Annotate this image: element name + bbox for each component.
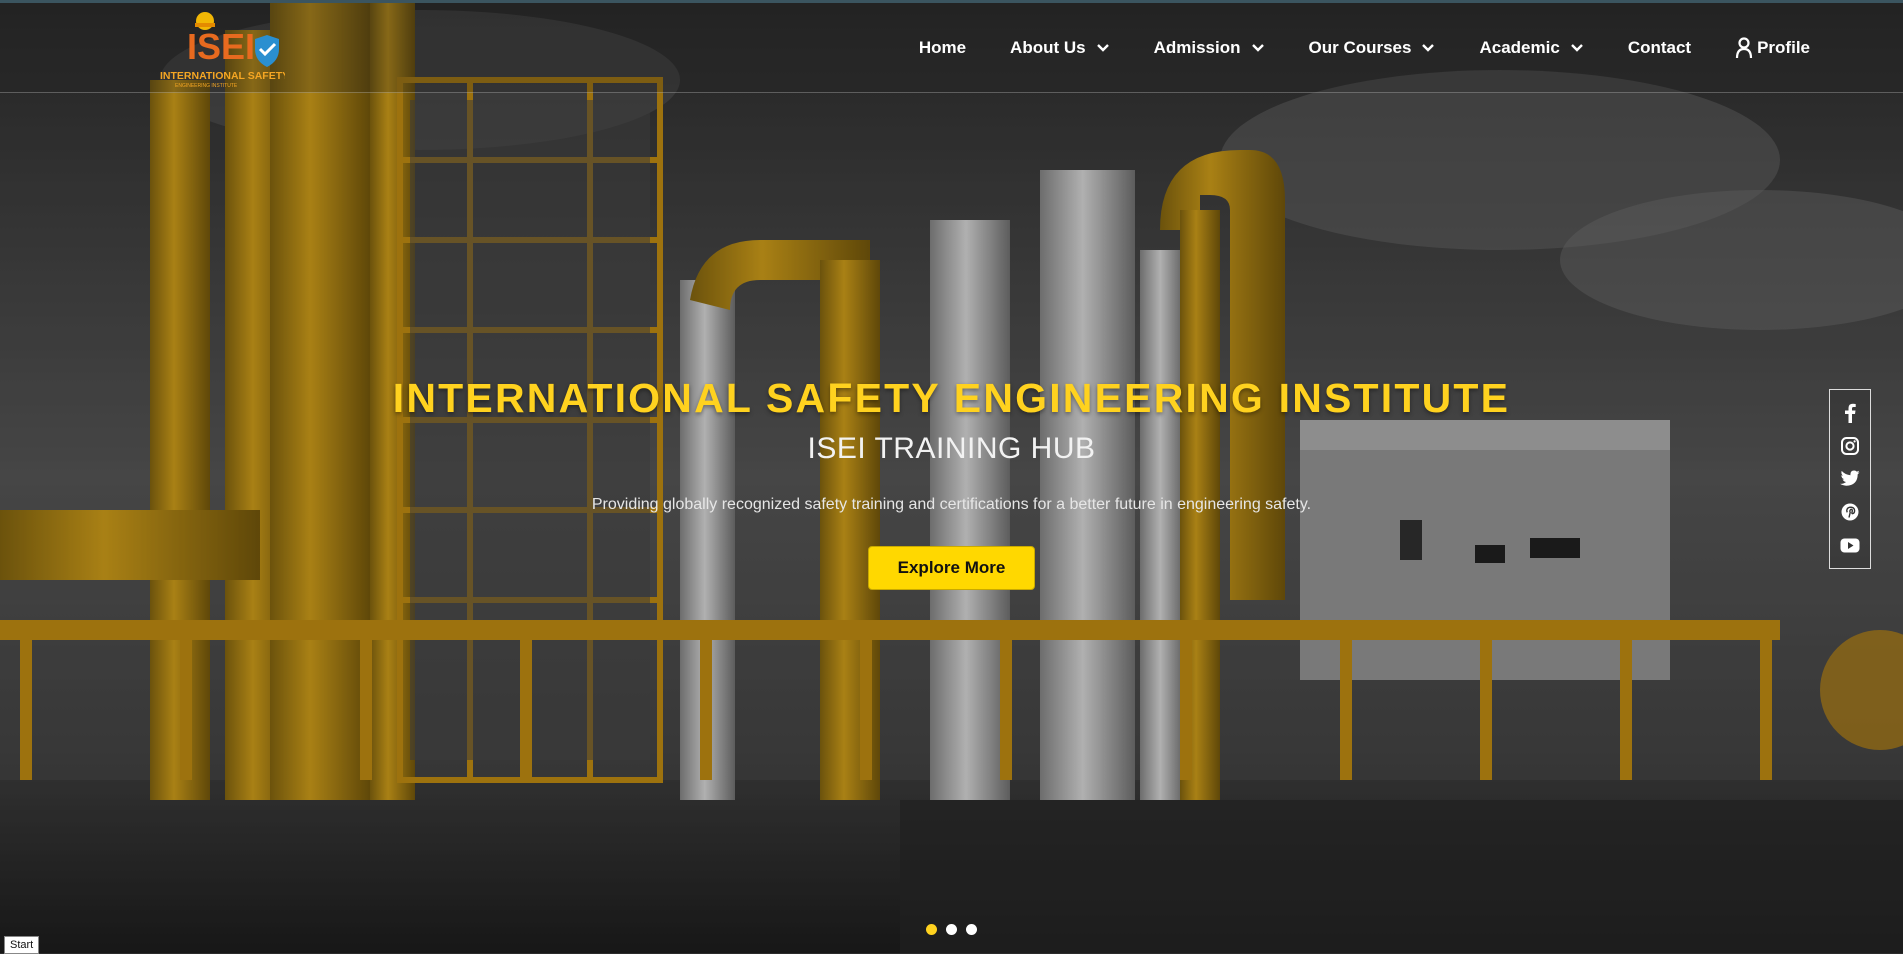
nav-home[interactable]: Home (919, 38, 966, 58)
nav-about-us-label: About Us (1010, 38, 1086, 57)
logo-letters: ISEI (187, 26, 255, 67)
hero-title: INTERNATIONAL SAFETY ENGINEERING INSTITU… (392, 375, 1511, 421)
hero-description: Providing globally recognized safety tra… (591, 496, 1312, 513)
logo-caption: INTERNATIONAL SAFETY (160, 70, 285, 82)
social-sidebar (1829, 389, 1871, 569)
nav-academic-label: Academic (1479, 38, 1560, 57)
logo-subcaption: ENGINEERING INSTITUTE (175, 83, 238, 89)
main-nav: Home About Us Admission Our Courses Acad… (875, 37, 1810, 59)
navbar: ISEI INTERNATIONAL SAFETY ENGINEERING IN… (0, 3, 1903, 93)
nav-contact-label: Contact (1627, 38, 1692, 57)
pinterest-icon[interactable] (1840, 502, 1860, 522)
explore-more-button[interactable]: Explore More (867, 546, 1036, 590)
user-icon (1735, 37, 1753, 59)
chevron-down-icon (1096, 44, 1109, 52)
nav-home-label: Home (918, 38, 967, 57)
start-label: Start (4, 936, 40, 954)
nav-academic[interactable]: Academic (1479, 38, 1583, 58)
chevron-down-icon (1570, 44, 1583, 52)
carousel-dot-3[interactable] (966, 924, 977, 935)
hero-subtitle: ISEI TRAINING HUB (807, 432, 1096, 465)
chevron-down-icon (1422, 44, 1435, 52)
carousel-dot-1[interactable] (926, 924, 937, 935)
twitter-icon[interactable] (1840, 469, 1860, 489)
instagram-icon[interactable] (1840, 436, 1860, 456)
carousel-dots (926, 924, 986, 935)
chevron-down-icon (1251, 44, 1264, 52)
carousel-dot-2[interactable] (946, 924, 957, 935)
nav-contact[interactable]: Contact (1628, 38, 1691, 58)
nav-about-us[interactable]: About Us (1010, 38, 1110, 58)
nav-our-courses-label: Our Courses (1308, 38, 1412, 57)
youtube-icon[interactable] (1840, 535, 1860, 555)
facebook-icon[interactable] (1840, 403, 1860, 423)
nav-our-courses[interactable]: Our Courses (1309, 38, 1436, 58)
hero-content: INTERNATIONAL SAFETY ENGINEERING INSTITU… (0, 375, 1903, 590)
nav-admission-label: Admission (1153, 38, 1241, 57)
nav-profile-label: Profile (1757, 38, 1810, 57)
isei-logo[interactable]: ISEI INTERNATIONAL SAFETY ENGINEERING IN… (155, 9, 289, 89)
isei-logo-image: ISEI INTERNATIONAL SAFETY ENGINEERING IN… (160, 12, 289, 89)
nav-admission[interactable]: Admission (1154, 38, 1265, 58)
nav-profile[interactable]: Profile (1735, 37, 1810, 59)
